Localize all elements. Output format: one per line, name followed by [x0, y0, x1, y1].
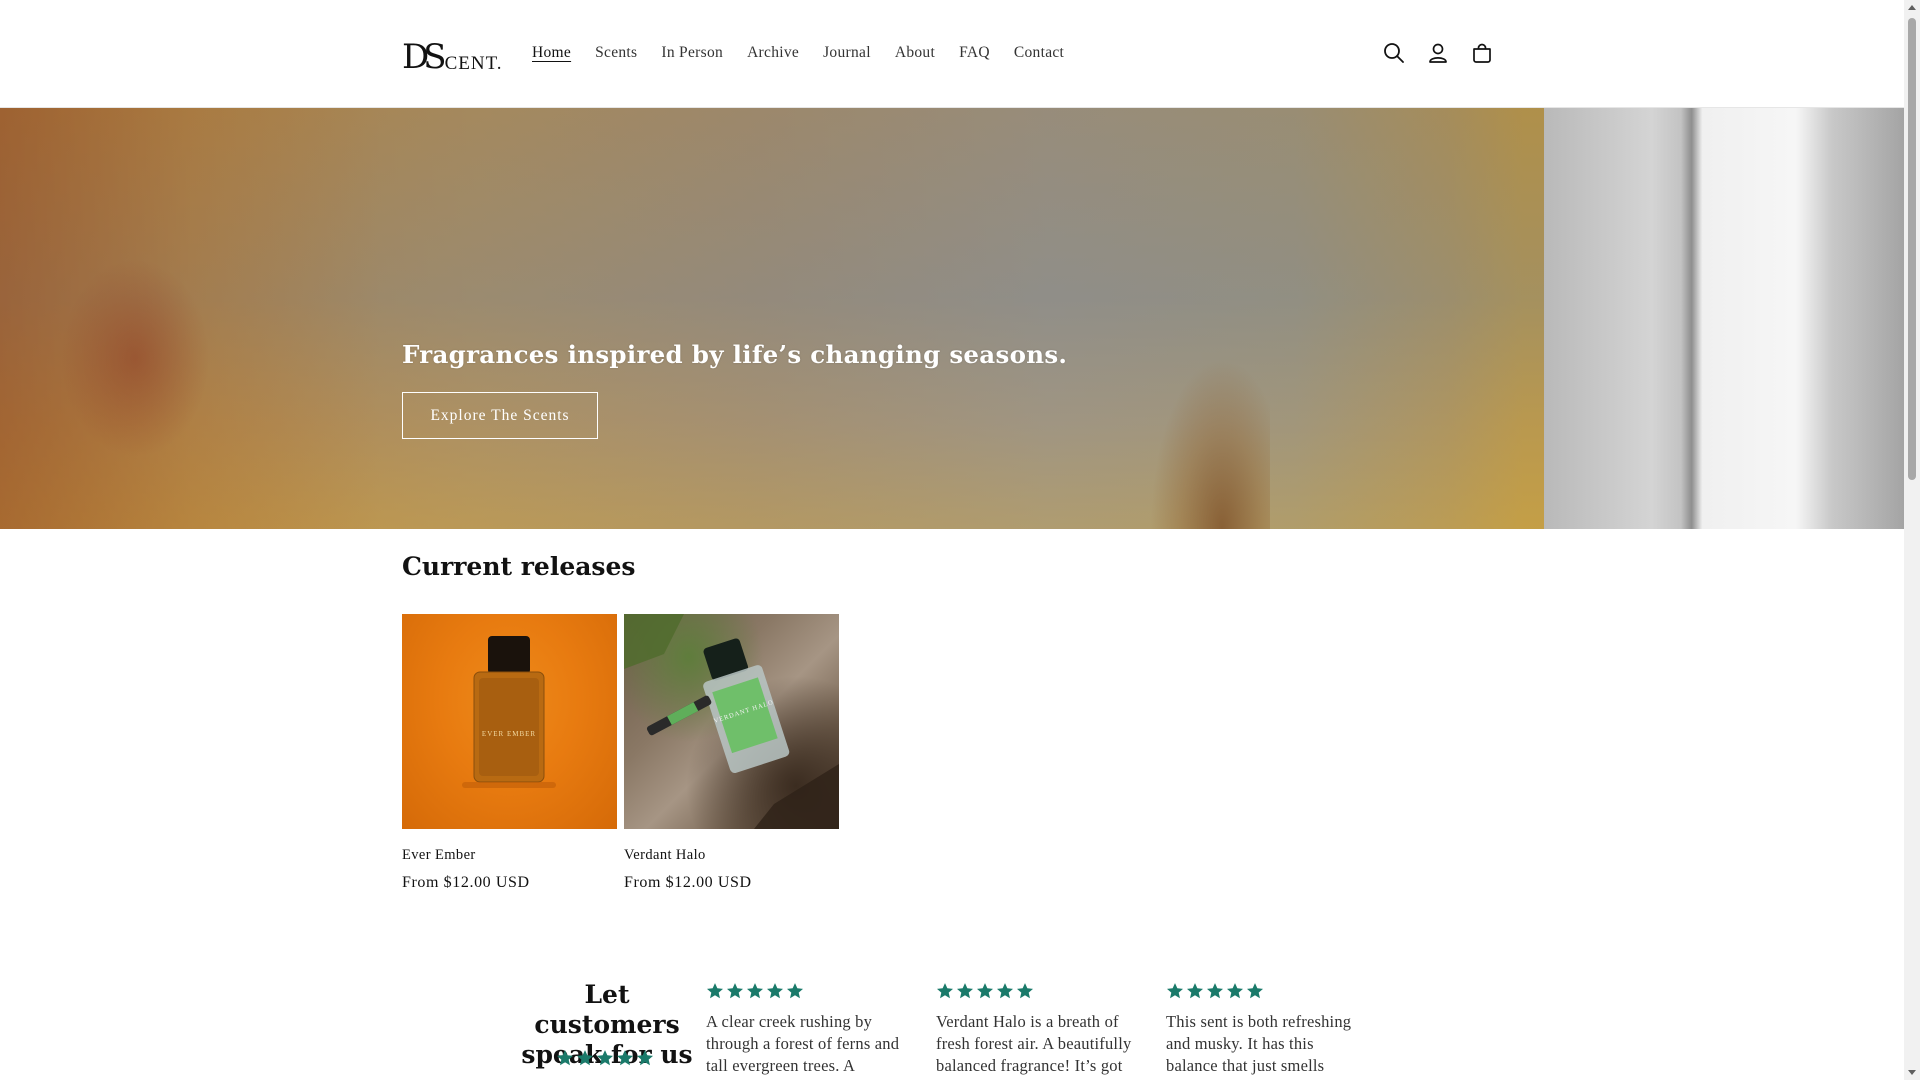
site-header: DS CENT. Home Scents In Person Archive J… [0, 0, 1904, 108]
header-icons [1380, 36, 1496, 70]
nav-contact[interactable]: Contact [1002, 41, 1076, 65]
logo-text: CENT. [444, 53, 503, 74]
product-name[interactable]: Ever Ember [402, 846, 617, 864]
product-price: From $12.00 USD [402, 874, 530, 891]
hero-title: Fragrances inspired by life’s changing s… [402, 340, 1068, 369]
product-price: From $12.00 USD [624, 874, 752, 891]
bottle-illustration: EVER EMBER [462, 636, 556, 788]
review-rating-stars [1166, 982, 1366, 1000]
cart-icon [1473, 43, 1491, 63]
search-button[interactable] [1380, 36, 1408, 70]
page: DS CENT. Home Scents In Person Archive J… [0, 0, 1904, 1080]
nav-in-person[interactable]: In Person [649, 41, 735, 65]
star-icon [1226, 983, 1244, 999]
review-text: This sent is both refreshing and musky. … [1166, 1012, 1352, 1075]
star-icon [746, 983, 764, 999]
star-icon [1246, 983, 1264, 999]
product-name[interactable]: Verdant Halo [624, 846, 839, 864]
product-card-ever-ember[interactable]: EVER EMBER Ever Ember From $12.00 USD [402, 614, 617, 893]
nav-scents[interactable]: Scents [583, 41, 649, 65]
star-icon [1206, 983, 1224, 999]
scroll-down-arrow-icon[interactable] [1908, 1070, 1916, 1075]
review-card: A clear creek rushing by through a fores… [706, 982, 906, 1077]
star-icon [996, 983, 1014, 999]
review-card: This sent is both refreshing and musky. … [1166, 982, 1366, 1077]
product-image-ever-ember[interactable]: EVER EMBER [402, 614, 617, 829]
star-icon [976, 983, 994, 999]
star-icon [1186, 983, 1204, 999]
review-rating-stars [936, 982, 1136, 1000]
product-image-verdant-halo[interactable]: VERDANT HALO [624, 614, 839, 829]
star-icon [576, 1050, 594, 1066]
review-card: Verdant Halo is a breath of fresh forest… [936, 982, 1136, 1077]
star-icon [706, 983, 724, 999]
star-icon [1016, 983, 1034, 999]
nav-about[interactable]: About [883, 41, 947, 65]
account-button[interactable] [1424, 36, 1452, 70]
hero-banner: Fragrances inspired by life’s changing s… [0, 108, 1904, 529]
overall-rating-stars [556, 1049, 654, 1067]
releases-title: Current releases [402, 552, 636, 581]
scrollbar-thumb[interactable] [1908, 18, 1916, 480]
scroll-up-arrow-icon[interactable] [1908, 5, 1916, 10]
search-icon [1384, 43, 1404, 63]
star-icon [726, 983, 744, 999]
nav-journal[interactable]: Journal [811, 41, 883, 65]
nav-archive[interactable]: Archive [735, 41, 811, 65]
logo-mark: DS [402, 37, 446, 77]
page-scrollbar[interactable] [1904, 0, 1920, 1080]
cart-button[interactable] [1468, 36, 1496, 70]
bottle-illustration: VERDANT HALO [624, 614, 839, 829]
account-icon [1429, 43, 1447, 63]
review-text: A clear creek rushing by through a fores… [706, 1012, 900, 1075]
hero-art-streak [1150, 358, 1270, 529]
star-icon [616, 1050, 634, 1066]
hero-art-red [60, 258, 210, 458]
star-icon [956, 983, 974, 999]
star-icon [936, 983, 954, 999]
logo[interactable]: DS CENT. [402, 34, 502, 77]
star-icon [1166, 983, 1184, 999]
star-icon [636, 1050, 654, 1066]
explore-scents-button[interactable]: Explore The Scents [402, 392, 598, 439]
review-rating-stars [706, 982, 906, 1000]
main-nav: Home Scents In Person Archive Journal Ab… [520, 41, 1076, 65]
bottle-label: EVER EMBER [482, 730, 536, 738]
review-text: Verdant Halo is a breath of fresh forest… [936, 1012, 1132, 1075]
star-icon [596, 1050, 614, 1066]
star-icon [786, 983, 804, 999]
star-icon [556, 1050, 574, 1066]
nav-home[interactable]: Home [520, 41, 583, 65]
star-icon [766, 983, 784, 999]
hero-art-wall [1544, 108, 1904, 529]
product-card-verdant-halo[interactable]: VERDANT HALO Verdant Halo From $12.00 US… [624, 614, 839, 893]
nav-faq[interactable]: FAQ [947, 41, 1002, 65]
